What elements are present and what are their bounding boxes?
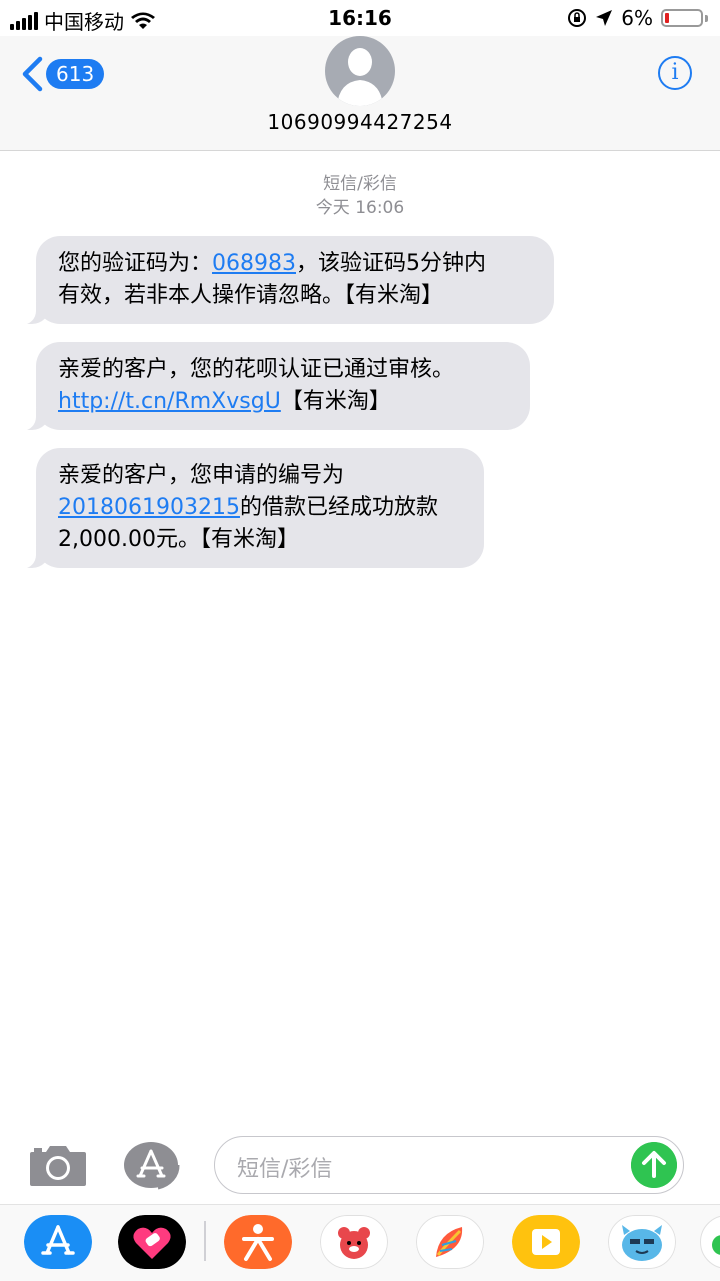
app-store-icon[interactable]: [24, 1215, 92, 1269]
bear-sticker-icon[interactable]: [320, 1215, 388, 1269]
battery-cap: [705, 15, 708, 22]
message-type-label: 短信/彩信: [0, 172, 720, 196]
camera-icon[interactable]: [28, 1142, 88, 1188]
message-bubble: 亲爱的客户，您的花呗认证已通过审核。 http://t.cn/RmXvsgU【有…: [36, 342, 530, 430]
unread-count-badge: 613: [46, 59, 104, 89]
dianping-icon[interactable]: [224, 1215, 292, 1269]
message-bubble: 亲爱的客户，您申请的编号为 2018061903215的借款已经成功放款 2,0…: [36, 448, 484, 568]
message-text: 【有米淘】: [281, 389, 391, 414]
partial-app-icon[interactable]: [700, 1215, 720, 1269]
orientation-lock-icon: [567, 8, 587, 28]
back-button[interactable]: 613: [20, 56, 104, 92]
message-timestamp: 今天 16:06: [0, 196, 720, 220]
url-link[interactable]: http://t.cn/RmXvsgU: [58, 389, 281, 414]
message-line: 亲爱的客户，您的花呗认证已通过审核。: [58, 354, 508, 386]
info-icon[interactable]: i: [658, 56, 692, 90]
message-text: 的借款已经成功放款: [240, 495, 438, 520]
message-line: 2,000.00元。【有米淘】: [58, 524, 462, 556]
drawer-divider: [204, 1221, 206, 1261]
message-text: 您的验证码为：: [58, 251, 212, 276]
message-text: ，该验证码5分钟内: [296, 251, 486, 276]
app-drawer: [0, 1204, 720, 1281]
message-line: 2018061903215的借款已经成功放款: [58, 492, 462, 524]
contact-number[interactable]: 10690994427254: [0, 110, 720, 134]
message-line: 您的验证码为：068983，该验证码5分钟内: [58, 248, 532, 280]
conversation-header: 613 10690994427254 i: [0, 36, 720, 151]
message-input-placeholder: 短信/彩信: [237, 1151, 332, 1183]
verification-code-link[interactable]: 068983: [212, 251, 296, 276]
message-line: 亲爱的客户，您申请的编号为: [58, 460, 462, 492]
message-bubble: 您的验证码为：068983，该验证码5分钟内 有效，若非本人操作请忽略。【有米淘…: [36, 236, 554, 324]
chevron-left-icon: [20, 56, 44, 92]
send-arrow-icon[interactable]: [631, 1142, 677, 1188]
battery-icon: [661, 9, 703, 27]
compose-bar: 短信/彩信: [0, 1128, 720, 1204]
video-app-icon[interactable]: [512, 1215, 580, 1269]
reference-number-link[interactable]: 2018061903215: [58, 495, 240, 520]
status-bar: 中国移动 16:16 6%: [0, 0, 720, 36]
message-line: http://t.cn/RmXvsgU【有米淘】: [58, 386, 508, 418]
app-store-icon[interactable]: [122, 1140, 184, 1190]
message-input[interactable]: 短信/彩信: [214, 1136, 684, 1194]
battery-percent: 6%: [621, 6, 653, 30]
fitness-heart-icon[interactable]: [118, 1215, 186, 1269]
location-icon: [595, 9, 613, 27]
feather-app-icon[interactable]: [416, 1215, 484, 1269]
contact-avatar[interactable]: [325, 36, 395, 106]
person-icon: [325, 36, 395, 106]
monster-sticker-icon[interactable]: [608, 1215, 676, 1269]
message-line: 有效，若非本人操作请忽略。【有米淘】: [58, 280, 532, 312]
